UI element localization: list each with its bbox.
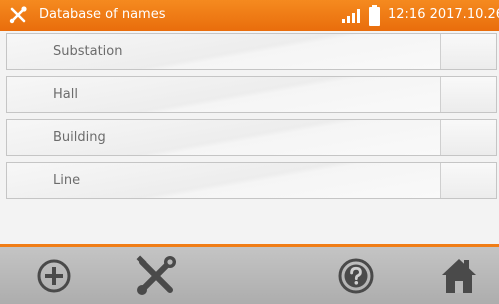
add-button[interactable] xyxy=(29,253,79,299)
title-bar: Database of names 12:16 2017.10.26 xyxy=(0,0,499,31)
row-option-button[interactable] xyxy=(440,120,496,155)
signal-icon xyxy=(342,9,360,23)
battery-icon xyxy=(369,5,380,26)
list-item-building[interactable]: Building xyxy=(6,119,497,156)
page-title: Database of names xyxy=(39,7,166,22)
home-button[interactable] xyxy=(434,253,484,299)
row-option-button[interactable] xyxy=(440,163,496,198)
list-item-label: Line xyxy=(53,173,81,188)
help-button[interactable] xyxy=(331,253,381,299)
list-item-label: Hall xyxy=(53,87,78,102)
list-item-label: Building xyxy=(53,130,106,145)
tools-icon[interactable] xyxy=(8,5,28,25)
home-icon xyxy=(442,259,476,293)
list-item-line[interactable]: Line xyxy=(6,162,497,199)
clock: 12:16 2017.10.26 xyxy=(388,7,499,22)
list-item-label: Substation xyxy=(53,44,123,59)
row-option-button[interactable] xyxy=(440,77,496,112)
row-option-button[interactable] xyxy=(440,34,496,69)
settings-icon xyxy=(136,255,176,295)
bottom-toolbar xyxy=(0,247,499,304)
add-icon xyxy=(37,259,71,293)
help-icon xyxy=(338,258,374,294)
list-item-substation[interactable]: Substation xyxy=(6,33,497,70)
settings-button[interactable] xyxy=(131,253,181,299)
list-item-hall[interactable]: Hall xyxy=(6,76,497,113)
names-list: Substation Hall Building Line xyxy=(0,31,499,244)
